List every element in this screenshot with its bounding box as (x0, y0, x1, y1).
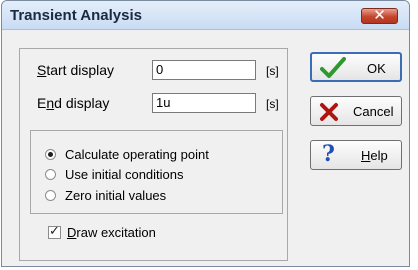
help-mnemonic: H (361, 148, 371, 163)
checkmark-glyph: ✓ (49, 222, 60, 238)
window-title: Transient Analysis (10, 7, 142, 24)
title-bar[interactable]: Transient Analysis ✕ (2, 1, 409, 30)
radio-label: Zero initial values (65, 187, 167, 203)
radio-use-initial-conditions[interactable]: Use initial conditions (45, 165, 184, 183)
draw-excitation-checkbox[interactable]: ✓ (48, 222, 61, 239)
draw-excitation-checkbox-row[interactable]: ✓ Draw excitation (48, 222, 156, 240)
end-display-label-pre: E (37, 95, 47, 111)
ok-label: OK (367, 61, 386, 76)
help-label-text: elp (370, 148, 388, 163)
radio-zero-initial-values[interactable]: Zero initial values (45, 186, 166, 204)
radio-button[interactable] (45, 189, 56, 201)
radio-button[interactable] (45, 168, 56, 180)
start-display-label-text: tart display (46, 62, 115, 78)
start-display-label: Start display (37, 62, 114, 78)
question-icon: ? (322, 141, 335, 167)
radio-label: Use initial conditions (65, 166, 184, 182)
end-display-value: 1u (156, 95, 171, 110)
checkmark-icon (320, 57, 346, 78)
help-label: Help (361, 148, 388, 163)
start-display-input[interactable]: 0 (152, 60, 256, 80)
end-display-unit: [s] (266, 97, 279, 111)
radio-calculate-operating-point[interactable]: Calculate operating point (45, 145, 209, 163)
close-button[interactable]: ✕ (361, 7, 398, 24)
cancel-button[interactable]: Cancel (310, 96, 402, 126)
radio-button-checked[interactable] (45, 148, 56, 160)
help-button[interactable]: ? Help (310, 140, 402, 170)
cancel-label: Cancel (353, 104, 394, 119)
end-display-label-text: d display (54, 95, 110, 111)
close-icon: ✕ (373, 7, 386, 24)
end-display-input[interactable]: 1u (152, 93, 256, 113)
radio-label: Calculate operating point (65, 146, 209, 162)
cross-icon (320, 103, 338, 121)
ok-button[interactable]: OK (310, 52, 402, 82)
draw-excitation-mnemonic: D (67, 224, 77, 240)
draw-excitation-label: Draw excitation (67, 225, 156, 240)
end-display-label: End display (37, 95, 109, 111)
start-display-unit: [s] (266, 64, 279, 78)
end-display-mnemonic: n (46, 95, 55, 111)
start-display-value: 0 (156, 62, 164, 77)
draw-excitation-label-text: raw excitation (76, 224, 156, 240)
start-display-mnemonic: S (37, 62, 47, 78)
